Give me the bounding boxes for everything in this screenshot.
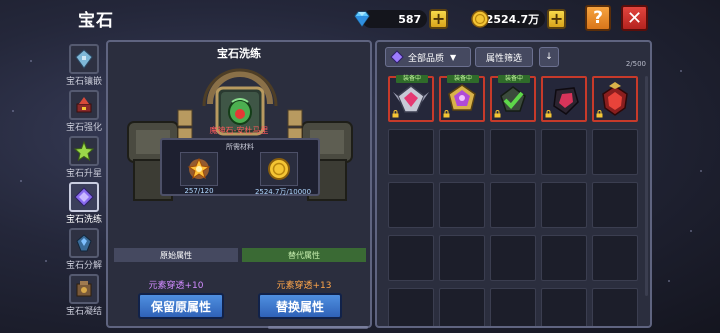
original-attr-header: 原始属性 — [114, 248, 238, 262]
refine-stone-icon — [187, 157, 211, 180]
diamond-icon — [354, 11, 370, 27]
panel-title: 宝石洗练 — [217, 47, 261, 60]
sidebar-item-label: 宝石分解 — [65, 261, 102, 271]
diamond-counter: 587 + — [352, 8, 448, 30]
empty-gem-slot[interactable] — [490, 288, 536, 326]
empty-gem-slot[interactable] — [592, 182, 638, 228]
gem-slot[interactable]: 装备中 — [388, 75, 434, 122]
sidebar-item-label: 宝石升星 — [65, 169, 102, 179]
empty-gem-slot[interactable] — [439, 129, 485, 175]
sidebar-item-label: 宝石强化 — [65, 123, 102, 133]
new-attr-header: 替代属性 — [242, 248, 366, 262]
gem-slot[interactable] — [592, 76, 638, 122]
empty-gem-slot[interactable] — [388, 288, 434, 326]
empty-gem-slot[interactable] — [388, 235, 434, 281]
gem-slot[interactable]: 装备中 — [439, 75, 485, 122]
empty-gem-slot[interactable] — [541, 129, 587, 175]
required-materials-box: 所需材料 257/120 2524.7万/10000 — [160, 138, 320, 196]
gem-filter-icon — [390, 50, 404, 64]
gem-refine-icon — [69, 182, 99, 212]
lock-icon — [596, 110, 603, 118]
material-slot-gold[interactable] — [260, 152, 298, 186]
empty-gem-slot[interactable] — [592, 235, 638, 281]
chevron-down-icon: ▼ — [450, 52, 457, 62]
material-1-count: 257/120 — [184, 187, 214, 195]
gem-inlay-icon — [69, 44, 99, 74]
gold-coin-icon — [471, 10, 489, 28]
empty-gem-slot[interactable] — [439, 182, 485, 228]
gem-decompose-icon — [69, 228, 99, 258]
empty-gem-slot[interactable] — [388, 182, 434, 228]
sidebar-item-decompose[interactable]: 宝石分解 — [64, 228, 104, 271]
empty-gem-slot[interactable] — [490, 235, 536, 281]
star-icon — [69, 136, 99, 166]
lock-icon — [392, 110, 399, 118]
empty-gem-slot[interactable] — [541, 288, 587, 326]
attr-filter-button[interactable]: 属性筛选 — [475, 47, 533, 67]
sidebar-item-label: 宝石镶嵌 — [65, 77, 102, 87]
gold-counter: 2524.7万 + — [470, 8, 566, 30]
close-button[interactable]: ✕ — [621, 5, 648, 31]
add-diamond-button[interactable]: + — [429, 9, 448, 29]
gem-slot[interactable]: 装备中 — [490, 75, 536, 122]
quality-filter-dropdown[interactable]: 全部品质 ▼ — [385, 47, 471, 67]
empty-gem-slot[interactable] — [439, 288, 485, 326]
empty-gem-slot[interactable] — [388, 129, 434, 175]
sidebar-item-label: 宝石洗练 — [65, 215, 102, 225]
lock-icon — [443, 110, 450, 118]
empty-gem-slot[interactable] — [439, 235, 485, 281]
refine-panel: 宝石洗练 魔神石-安杜马里 所需材料 257/120 2524.7万/10000… — [106, 40, 372, 328]
gem-slot[interactable] — [541, 76, 587, 122]
original-attr-value: 元素穿透+10 — [148, 281, 204, 291]
replace-attr-button[interactable]: 替换属性 — [258, 293, 342, 319]
gold-coin-icon — [268, 158, 290, 180]
sidebar-item-label: 宝石凝结 — [65, 307, 102, 317]
gem-condense-icon — [69, 274, 99, 304]
sidebar-item-star-up[interactable]: 宝石升星 — [64, 136, 104, 179]
sidebar-item-refine[interactable]: 宝石洗练 — [64, 182, 104, 225]
inventory-capacity: 2/500 — [625, 60, 646, 68]
empty-gem-slot[interactable] — [592, 288, 638, 326]
page-title: 宝石 — [78, 11, 114, 31]
materials-title: 所需材料 — [226, 143, 254, 151]
empty-gem-slot[interactable] — [541, 182, 587, 228]
empty-gem-slot[interactable] — [541, 235, 587, 281]
gem-inventory-panel: 全部品质 ▼ 属性筛选 ↓ 2/500 装备中 装备中 装备中 — [375, 40, 652, 328]
new-attr-value: 元素穿透+13 — [276, 281, 332, 291]
green-gem-icon — [228, 98, 252, 125]
empty-gem-slot[interactable] — [490, 129, 536, 175]
sort-button[interactable]: ↓ — [539, 47, 559, 67]
sidebar-item-inlay[interactable]: 宝石镶嵌 — [64, 44, 104, 87]
home-indicator — [268, 326, 368, 329]
add-gold-button[interactable]: + — [547, 9, 566, 29]
empty-gem-slot[interactable] — [592, 129, 638, 175]
gem-name: 魔神石-安杜马里 — [209, 126, 269, 135]
material-2-count: 2524.7万/10000 — [254, 188, 312, 196]
sidebar-item-condense[interactable]: 宝石凝结 — [64, 274, 104, 317]
quality-filter-label: 全部品质 — [408, 53, 445, 64]
keep-original-button[interactable]: 保留原属性 — [138, 293, 224, 319]
lock-icon — [494, 110, 501, 118]
lock-icon — [545, 110, 552, 118]
help-button[interactable]: ? — [585, 5, 611, 31]
inventory-scrollbar[interactable] — [645, 76, 648, 296]
material-slot-refine-stone[interactable] — [180, 152, 218, 186]
gem-enhance-icon — [69, 90, 99, 120]
empty-gem-slot[interactable] — [490, 182, 536, 228]
sidebar-item-enhance[interactable]: 宝石强化 — [64, 90, 104, 133]
filter-row: 全部品质 ▼ 属性筛选 ↓ — [383, 47, 644, 67]
